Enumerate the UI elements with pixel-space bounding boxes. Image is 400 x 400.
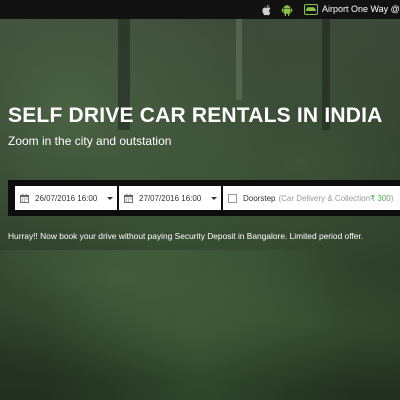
booking-search-bar: 26/07/2016 16:00 27/07/2016 16:00 Doorst…: [8, 180, 400, 216]
airport-one-way-label: Airport One Way @ ₹3: [322, 4, 400, 14]
calendar-icon: [124, 193, 133, 203]
doorstep-note-close: ): [390, 193, 394, 203]
doorstep-checkbox[interactable]: [228, 193, 237, 203]
page-subtitle: Zoom in the city and outstation: [8, 134, 172, 148]
doorstep-price: ₹ 300: [370, 193, 391, 203]
apple-icon[interactable]: [260, 3, 274, 17]
doorstep-note: (Car Delivery & Collection: [278, 193, 371, 203]
car-icon: [304, 4, 318, 15]
chevron-down-icon: [211, 196, 217, 200]
chevron-down-icon: [107, 196, 113, 200]
end-date-value: 27/07/2016 16:00: [139, 193, 202, 203]
start-date-value: 26/07/2016 16:00: [35, 193, 98, 203]
calendar-icon: [20, 193, 29, 203]
page-title: SELF DRIVE CAR RENTALS IN INDIA: [8, 104, 383, 127]
doorstep-option[interactable]: Doorstep (Car Delivery & Collection ₹ 30…: [223, 186, 400, 210]
promo-banner-text: Hurray!! Now book your drive without pay…: [8, 231, 364, 241]
end-date-select[interactable]: 27/07/2016 16:00: [119, 186, 221, 210]
android-icon[interactable]: [280, 3, 294, 17]
top-bar: Airport One Way @ ₹3: [0, 0, 400, 19]
airport-one-way-link[interactable]: Airport One Way @ ₹3: [300, 0, 400, 19]
doorstep-label: Doorstep: [243, 193, 276, 203]
start-date-select[interactable]: 26/07/2016 16:00: [15, 186, 117, 210]
